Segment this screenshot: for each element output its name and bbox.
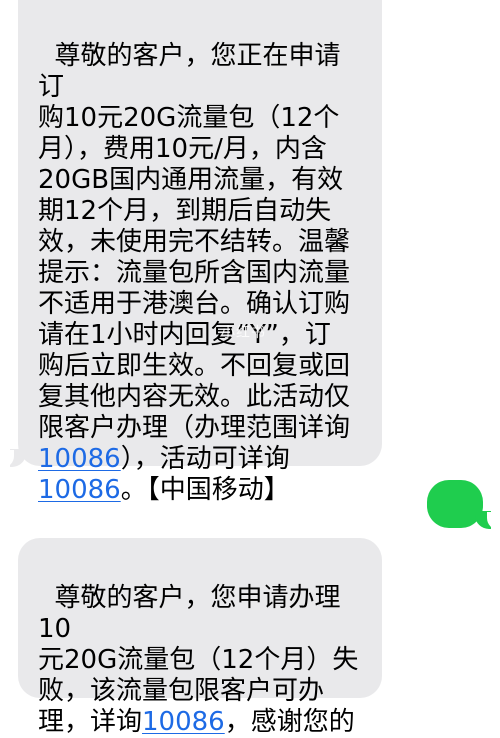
- incoming-message-bubble: 尊敬的客户，您正在申请订 购10元20G流量包（12个 月），费用10元/月，内…: [18, 0, 382, 505]
- message-text: ），活动可详询: [120, 444, 290, 474]
- message-text: 尊敬的客户，您正在申请订 购10元20G流量包（12个 月），费用10元/月，内…: [38, 41, 351, 443]
- phone-link-10086[interactable]: 10086: [142, 707, 225, 737]
- watermark: 小红书: [221, 325, 266, 341]
- incoming-bubble-tail: [0, 449, 26, 468]
- outgoing-bubble-tail: [475, 511, 500, 530]
- outgoing-message-bubble: Y: [427, 480, 483, 567]
- phone-link-10086[interactable]: 10086: [38, 444, 121, 474]
- phone-link-10086[interactable]: 10086: [38, 475, 121, 505]
- incoming-message-bubble: 尊敬的客户，您申请办理10 元20G流量包（12个月）失 败，该流量包限客户可办…: [18, 538, 382, 737]
- message-text: ，感谢您的: [224, 707, 355, 737]
- message-text: Y: [455, 537, 472, 567]
- message-text: 。【中国移动】: [120, 475, 290, 505]
